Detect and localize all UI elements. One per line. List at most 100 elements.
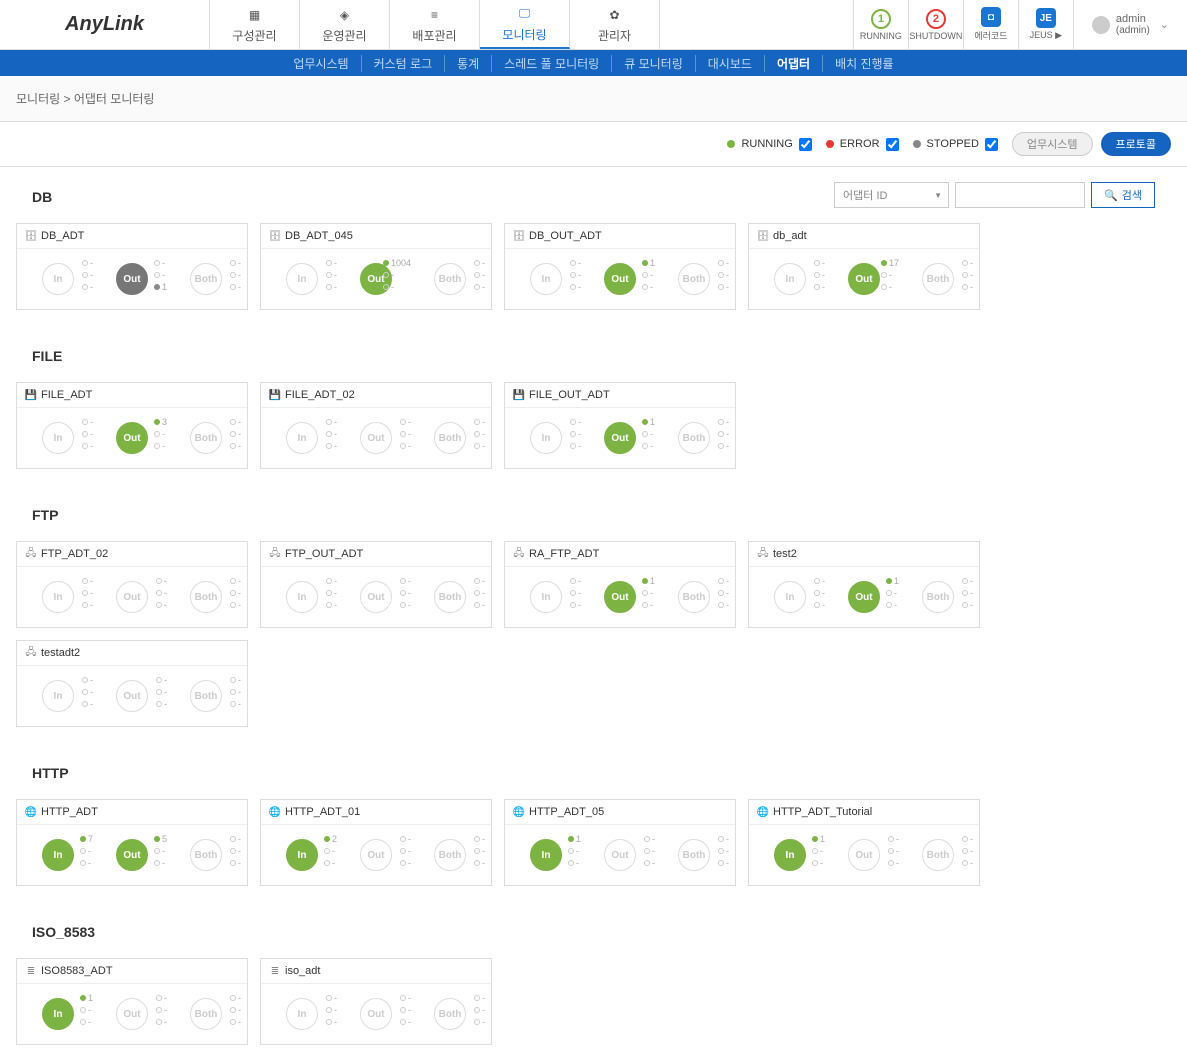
indicator-dot-icon — [570, 602, 576, 608]
subnav-배치 진행률[interactable]: 배치 진행률 — [823, 55, 906, 72]
slot-both[interactable]: Both --- — [901, 255, 975, 303]
slot-in[interactable]: In 1-- — [753, 831, 827, 879]
nav-운영관리[interactable]: ◈운영관리 — [300, 0, 390, 49]
slot-both[interactable]: Both --- — [657, 255, 731, 303]
adapter-card[interactable]: 🗄 db_adt In --- Out 17-- Both --- — [748, 223, 980, 310]
slot-both[interactable]: Both --- — [169, 831, 243, 879]
nav-구성관리[interactable]: ▦구성관리 — [210, 0, 300, 49]
slot-out[interactable]: Out 1004-- — [339, 255, 413, 303]
slot-both[interactable]: Both --- — [169, 573, 243, 621]
stopped-checkbox[interactable] — [985, 138, 998, 151]
adapter-card[interactable]: ≣ iso_adt In --- Out --- Both --- — [260, 958, 492, 1045]
slot-both[interactable]: Both --- — [413, 990, 487, 1038]
slot-out[interactable]: Out --- — [827, 831, 901, 879]
slot-out[interactable]: Out 1-- — [583, 414, 657, 462]
slot-out[interactable]: Out 5-- — [95, 831, 169, 879]
slot-out[interactable]: Out 1-- — [583, 255, 657, 303]
slot-out[interactable]: Out --- — [583, 831, 657, 879]
slot-in[interactable]: In --- — [21, 672, 95, 720]
slot-both[interactable]: Both --- — [169, 672, 243, 720]
slot-in[interactable]: In --- — [265, 414, 339, 462]
error-checkbox[interactable] — [886, 138, 899, 151]
slot-both[interactable]: Both --- — [657, 831, 731, 879]
subnav-업무시스템[interactable]: 업무시스템 — [281, 55, 361, 72]
biz-system-button[interactable]: 업무시스템 — [1012, 132, 1093, 156]
adapter-card[interactable]: 🗄 DB_OUT_ADT In --- Out 1-- Both --- — [504, 223, 736, 310]
slot-in[interactable]: In --- — [21, 414, 95, 462]
slot-out[interactable]: Out 17-- — [827, 255, 901, 303]
status-에러코드[interactable]: ◘에러코드 — [963, 0, 1018, 49]
adapter-card[interactable]: 🖧 testadt2 In --- Out --- Both --- — [16, 640, 248, 727]
slot-out[interactable]: Out --- — [339, 414, 413, 462]
adapter-card[interactable]: ≣ ISO8583_ADT In 1-- Out --- Both --- — [16, 958, 248, 1045]
slot-in[interactable]: In 2-- — [265, 831, 339, 879]
slot-out[interactable]: Out --1 — [95, 255, 169, 303]
subnav-통계[interactable]: 통계 — [445, 55, 492, 72]
slot-in[interactable]: In --- — [265, 990, 339, 1038]
adapter-card[interactable]: 🌐 HTTP_ADT_01 In 2-- Out --- Both --- — [260, 799, 492, 886]
slot-out[interactable]: Out 1-- — [827, 573, 901, 621]
subnav-대시보드[interactable]: 대시보드 — [696, 55, 765, 72]
subnav-큐 모니터링[interactable]: 큐 모니터링 — [612, 55, 696, 72]
slot-in[interactable]: In 1-- — [21, 990, 95, 1038]
slot-out[interactable]: Out --- — [95, 573, 169, 621]
search-input[interactable] — [955, 182, 1085, 208]
slot-in[interactable]: In --- — [265, 255, 339, 303]
slot-out[interactable]: Out 3-- — [95, 414, 169, 462]
subnav-스레드 풀 모니터링[interactable]: 스레드 풀 모니터링 — [492, 55, 612, 72]
adapter-card[interactable]: 🌐 HTTP_ADT_05 In 1-- Out --- Both --- — [504, 799, 736, 886]
subnav-어댑터[interactable]: 어댑터 — [765, 55, 823, 72]
slot-both[interactable]: Both --- — [901, 831, 975, 879]
slot-in[interactable]: In --- — [753, 255, 827, 303]
slot-out[interactable]: Out --- — [339, 573, 413, 621]
slot-out[interactable]: Out --- — [339, 831, 413, 879]
status-SHUTDOWN[interactable]: 2SHUTDOWN — [908, 0, 963, 49]
slot-in[interactable]: In 7-- — [21, 831, 95, 879]
slot-both[interactable]: Both --- — [657, 414, 731, 462]
slot-both[interactable]: Both --- — [413, 255, 487, 303]
protocol-button[interactable]: 프로토콜 — [1101, 132, 1171, 156]
slot-in[interactable]: In 1-- — [509, 831, 583, 879]
status-JEUS ▶[interactable]: JEJEUS ▶ — [1018, 0, 1073, 49]
slot-in[interactable]: In --- — [753, 573, 827, 621]
slot-both[interactable]: Both --- — [657, 573, 731, 621]
adapter-card[interactable]: 💾 FILE_ADT_02 In --- Out --- Both --- — [260, 382, 492, 469]
slot-out[interactable]: Out --- — [339, 990, 413, 1038]
adapter-card[interactable]: 🗄 DB_ADT In --- Out --1 Both --- — [16, 223, 248, 310]
slot-in[interactable]: In --- — [509, 414, 583, 462]
nav-관리자[interactable]: ✿관리자 — [570, 0, 660, 49]
slot-in[interactable]: In --- — [509, 573, 583, 621]
slot-out[interactable]: Out --- — [95, 990, 169, 1038]
slot-both[interactable]: Both --- — [413, 414, 487, 462]
adapter-card[interactable]: 🖧 FTP_OUT_ADT In --- Out --- Both --- — [260, 541, 492, 628]
adapter-card[interactable]: 🌐 HTTP_ADT In 7-- Out 5-- Both --- — [16, 799, 248, 886]
slot-out[interactable]: Out --- — [95, 672, 169, 720]
slot-in[interactable]: In --- — [21, 573, 95, 621]
user-menu[interactable]: admin (admin) ⌄ — [1073, 0, 1187, 49]
slot-both[interactable]: Both --- — [901, 573, 975, 621]
slot-both[interactable]: Both --- — [169, 990, 243, 1038]
adapter-card[interactable]: 🖧 FTP_ADT_02 In --- Out --- Both --- — [16, 541, 248, 628]
subnav-커스텀 로그[interactable]: 커스텀 로그 — [362, 55, 446, 72]
slot-both[interactable]: Both --- — [169, 255, 243, 303]
adapter-card[interactable]: 🖧 test2 In --- Out 1-- Both --- — [748, 541, 980, 628]
nav-모니터링[interactable]: 🖵모니터링 — [480, 0, 570, 49]
slot-in[interactable]: In --- — [509, 255, 583, 303]
slot-both[interactable]: Both --- — [413, 573, 487, 621]
slot-in[interactable]: In --- — [21, 255, 95, 303]
nav-배포관리[interactable]: ≡배포관리 — [390, 0, 480, 49]
status-RUNNING[interactable]: 1RUNNING — [853, 0, 908, 49]
slot-both[interactable]: Both --- — [413, 831, 487, 879]
search-button[interactable]: 🔍검색 — [1091, 182, 1155, 208]
running-checkbox[interactable] — [799, 138, 812, 151]
adapter-card[interactable]: 🗄 DB_ADT_045 In --- Out 1004-- Both --- — [260, 223, 492, 310]
slot-in[interactable]: In --- — [265, 573, 339, 621]
adapter-card[interactable]: 💾 FILE_ADT In --- Out 3-- Both --- — [16, 382, 248, 469]
slot-out[interactable]: Out 1-- — [583, 573, 657, 621]
indicator-value: - — [822, 599, 825, 611]
adapter-card[interactable]: 💾 FILE_OUT_ADT In --- Out 1-- Both --- — [504, 382, 736, 469]
adapter-card[interactable]: 🌐 HTTP_ADT_Tutorial In 1-- Out --- Both … — [748, 799, 980, 886]
adapter-card[interactable]: 🖧 RA_FTP_ADT In --- Out 1-- Both --- — [504, 541, 736, 628]
slot-both[interactable]: Both --- — [169, 414, 243, 462]
adapter-id-select[interactable]: 어댑터 ID — [834, 182, 949, 208]
